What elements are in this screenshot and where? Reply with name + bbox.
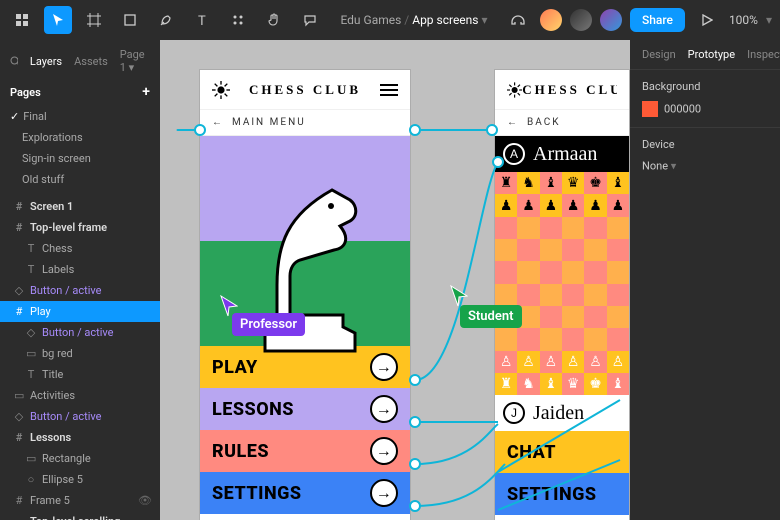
page-item-final[interactable]: Final: [0, 106, 160, 127]
search-icon[interactable]: [10, 56, 18, 67]
page-item-explorations[interactable]: Explorations: [0, 127, 160, 148]
app-topbar: T Edu Games / App screens ▾ Share 100% ▾: [0, 0, 780, 40]
layer-frame5[interactable]: #Frame 5👁: [0, 490, 160, 511]
layer-scrolling-frame[interactable]: #Top-level scrolling frame: [0, 511, 160, 520]
share-button[interactable]: Share: [630, 8, 685, 32]
tab-design[interactable]: Design: [642, 48, 676, 61]
file-name: App screens: [412, 13, 478, 27]
layer-title[interactable]: TTitle: [0, 364, 160, 385]
left-panel: Layers Assets Page 1 ▾ Pages + Final Exp…: [0, 40, 160, 520]
device-value[interactable]: None ▾: [642, 160, 676, 173]
layer-top-frame[interactable]: #Top-level frame: [0, 217, 160, 238]
layer-chess[interactable]: TChess: [0, 238, 160, 259]
shape-tool[interactable]: [116, 6, 144, 34]
layer-button-active-2[interactable]: ◇Button / active: [0, 322, 160, 343]
visibility-icon[interactable]: 👁: [138, 494, 152, 507]
background-swatch[interactable]: [642, 101, 658, 117]
layer-labels[interactable]: TLabels: [0, 259, 160, 280]
svg-text:T: T: [198, 14, 206, 27]
tab-assets[interactable]: Assets: [74, 55, 108, 68]
user-avatar-2[interactable]: [570, 9, 592, 31]
voice-chat-icon[interactable]: [504, 6, 532, 34]
user-avatar-3[interactable]: [600, 9, 622, 31]
add-page-button[interactable]: +: [142, 84, 150, 100]
layers-list: #Screen 1 #Top-level frame TChess TLabel…: [0, 196, 160, 520]
page-item-signin[interactable]: Sign-in screen: [0, 148, 160, 169]
tab-layers[interactable]: Layers: [30, 55, 62, 68]
page-selector[interactable]: Page 1 ▾: [120, 48, 150, 74]
layer-button-active-3[interactable]: ◇Button / active: [0, 406, 160, 427]
comment-tool[interactable]: [296, 6, 324, 34]
layer-rectangle[interactable]: ▭Rectangle: [0, 448, 160, 469]
tab-prototype[interactable]: Prototype: [688, 48, 735, 61]
cursor-student-icon: [450, 285, 468, 307]
background-label: Background: [642, 80, 768, 93]
layer-button-active-1[interactable]: ◇Button / active: [0, 280, 160, 301]
page-item-old[interactable]: Old stuff: [0, 169, 160, 190]
layer-bg-red[interactable]: ▭bg red: [0, 343, 160, 364]
file-title[interactable]: Edu Games / App screens ▾: [332, 13, 496, 27]
present-button[interactable]: [693, 6, 721, 34]
project-name: Edu Games: [340, 13, 401, 27]
frame-tool[interactable]: [80, 6, 108, 34]
layer-play[interactable]: #Play: [0, 301, 160, 322]
layer-lessons[interactable]: #Lessons: [0, 427, 160, 448]
canvas[interactable]: CHESS CLUB ← MAIN MENU PLAY→ LESSONS→ RU…: [160, 40, 630, 520]
layer-activities[interactable]: ▭Activities: [0, 385, 160, 406]
hand-tool[interactable]: [260, 6, 288, 34]
background-value[interactable]: 000000: [664, 103, 701, 116]
pen-tool[interactable]: [152, 6, 180, 34]
prototype-links: [160, 40, 630, 520]
pages-heading: Pages: [10, 86, 41, 99]
cursor-student-label: Student: [460, 305, 522, 328]
right-panel: Design Prototype Inspect Background 0000…: [630, 40, 780, 520]
main-menu-button[interactable]: [8, 6, 36, 34]
device-label: Device: [642, 138, 768, 151]
layer-screen1[interactable]: #Screen 1: [0, 196, 160, 217]
zoom-level[interactable]: 100%: [729, 13, 758, 27]
cursor-professor-label: Professor: [232, 313, 305, 336]
text-tool[interactable]: T: [188, 6, 216, 34]
tab-inspect[interactable]: Inspect: [747, 48, 780, 61]
layer-ellipse5[interactable]: ○Ellipse 5: [0, 469, 160, 490]
user-avatar-1[interactable]: [540, 9, 562, 31]
move-tool[interactable]: [44, 6, 72, 34]
resources-tool[interactable]: [224, 6, 252, 34]
